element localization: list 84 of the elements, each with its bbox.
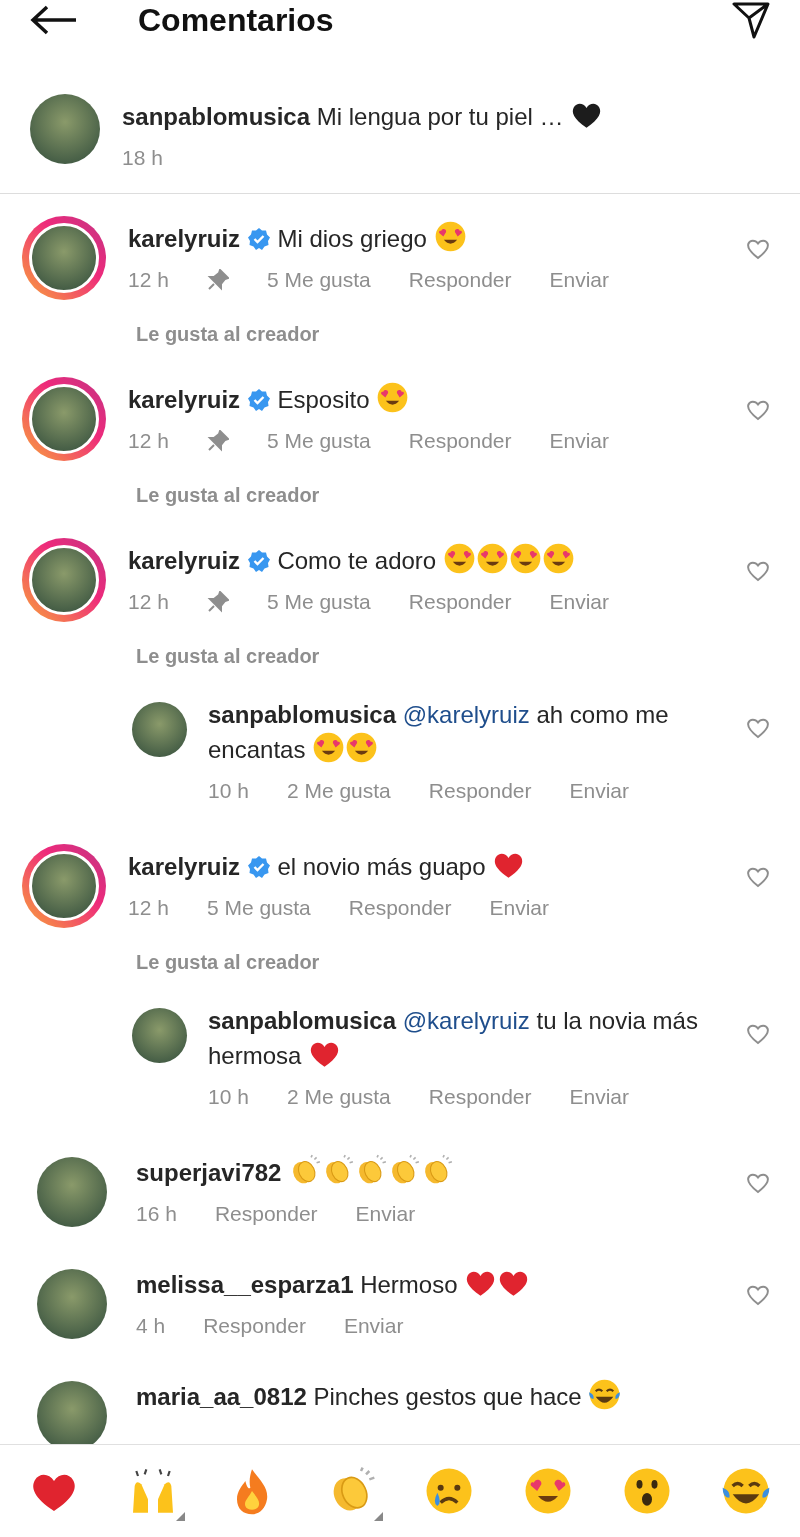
- reply-link[interactable]: Responder: [203, 1311, 306, 1341]
- username-link[interactable]: maria_aa_0812: [136, 1383, 307, 1410]
- comment-time: 12 h: [128, 267, 169, 293]
- avatar-image[interactable]: [37, 1381, 107, 1444]
- send-link[interactable]: Enviar: [569, 1082, 630, 1112]
- liked-by-creator-label: Le gusta al creador: [136, 483, 320, 508]
- comment-time: 10 h: [208, 1084, 249, 1110]
- heart-eyes-emoji-icon: [433, 220, 467, 253]
- heart-eyes-emoji-icon: [508, 542, 542, 575]
- username-link[interactable]: sanpablomusica: [208, 1007, 397, 1034]
- heart-outline-icon[interactable]: [746, 1172, 770, 1194]
- reply-link[interactable]: Responder: [408, 426, 512, 456]
- comment-time: 12 h: [128, 428, 169, 454]
- comment-time: 12 h: [128, 895, 169, 921]
- heart-eyes-emoji-icon: [312, 731, 346, 764]
- username-link[interactable]: karelyruiz: [128, 225, 241, 252]
- username-link[interactable]: superjavi782: [136, 1159, 282, 1186]
- comment-text: karelyruiz el novio más guapo: [128, 848, 726, 883]
- send-link[interactable]: Enviar: [489, 893, 550, 923]
- avatar-image[interactable]: [29, 384, 99, 454]
- laughing-crying-face-emoji-icon: [588, 1378, 622, 1411]
- username-link[interactable]: sanpablomusica: [208, 701, 397, 728]
- heart-outline-icon[interactable]: [746, 560, 770, 582]
- likes-link[interactable]: 5 Me gusta: [266, 587, 371, 617]
- send-link[interactable]: Enviar: [549, 265, 610, 295]
- comment-text: karelyruiz Como te adoro: [128, 542, 726, 577]
- heart-eyes-emoji-icon: [376, 381, 410, 414]
- reply-link[interactable]: Responder: [214, 1199, 318, 1229]
- username-link[interactable]: sanpablomusica: [122, 103, 311, 130]
- liked-by-creator-label: Le gusta al creador: [136, 950, 320, 975]
- likes-link[interactable]: 5 Me gusta: [266, 426, 371, 456]
- heart-outline-icon[interactable]: [746, 399, 770, 421]
- heart-outline-icon[interactable]: [746, 717, 770, 739]
- comment-text: sanpablomusica @karelyruiz tu la novia más hermosa: [208, 1006, 699, 1072]
- avatar-image[interactable]: [29, 545, 99, 615]
- username-link[interactable]: melissa__esparza1: [136, 1271, 354, 1298]
- comment-text: sanpablomusica @karelyruiz ah como me encantas: [208, 700, 670, 766]
- heart-outline-icon[interactable]: [746, 238, 770, 260]
- likes-link[interactable]: 5 Me gusta: [206, 893, 311, 923]
- heart-eyes-emoji-icon: [442, 542, 476, 575]
- send-link[interactable]: Enviar: [355, 1199, 416, 1229]
- likes-link[interactable]: 2 Me gusta: [286, 1082, 391, 1112]
- liked-by-creator-label: Le gusta al creador: [136, 322, 320, 347]
- likes-link[interactable]: 2 Me gusta: [286, 776, 391, 806]
- heart-outline-icon[interactable]: [746, 1284, 770, 1306]
- comment-text: karelyruiz Esposito: [128, 381, 726, 416]
- page-title: Comentarios: [138, 1, 335, 39]
- comment-text: melissa__esparza1 Hermoso: [136, 1266, 726, 1301]
- back-arrow-icon[interactable]: [30, 5, 78, 35]
- heart-outline-icon[interactable]: [746, 866, 770, 888]
- send-link[interactable]: Enviar: [549, 426, 610, 456]
- send-link[interactable]: Enviar: [549, 587, 610, 617]
- reply-link[interactable]: Responder: [428, 776, 532, 806]
- comment-time: 16 h: [136, 1201, 177, 1227]
- comment-text: sanpablomusica Mi lengua por tu piel …: [122, 98, 770, 133]
- comment-time: 10 h: [208, 778, 249, 804]
- reply-link[interactable]: Responder: [348, 893, 452, 923]
- laughing-crying-face-emoji-icon: [720, 1466, 771, 1516]
- username-link[interactable]: karelyruiz: [128, 547, 241, 574]
- comment-text: maria_aa_0812 Pinches gestos que hace: [136, 1378, 770, 1413]
- send-link[interactable]: Enviar: [343, 1311, 404, 1341]
- send-link[interactable]: Enviar: [569, 776, 630, 806]
- liked-by-creator-label: Le gusta al creador: [136, 644, 320, 669]
- comment-time: 4 h: [136, 1313, 166, 1339]
- send-icon[interactable]: [732, 1, 770, 39]
- avatar-image[interactable]: [132, 702, 187, 757]
- mention-link[interactable]: @karelyruiz: [402, 701, 530, 728]
- comment-text: karelyruiz Mi dios griego: [128, 220, 726, 255]
- avatar-image[interactable]: [29, 223, 99, 293]
- username-link[interactable]: karelyruiz: [128, 853, 241, 880]
- reply-link[interactable]: Responder: [408, 587, 512, 617]
- comment-time: 12 h: [128, 589, 169, 615]
- reply-link[interactable]: Responder: [408, 265, 512, 295]
- reply-link[interactable]: Responder: [428, 1082, 532, 1112]
- avatar-image[interactable]: [29, 851, 99, 921]
- comment-time: 18 h: [122, 145, 163, 171]
- username-link[interactable]: karelyruiz: [128, 386, 241, 413]
- heart-eyes-emoji-icon: [345, 731, 379, 764]
- avatar-image[interactable]: [132, 1008, 187, 1063]
- mention-link[interactable]: @karelyruiz: [402, 1007, 530, 1034]
- heart-eyes-emoji-icon: [475, 542, 509, 575]
- likes-link[interactable]: 5 Me gusta: [266, 265, 371, 295]
- heart-outline-icon[interactable]: [746, 1023, 770, 1045]
- heart-eyes-emoji-icon: [541, 542, 575, 575]
